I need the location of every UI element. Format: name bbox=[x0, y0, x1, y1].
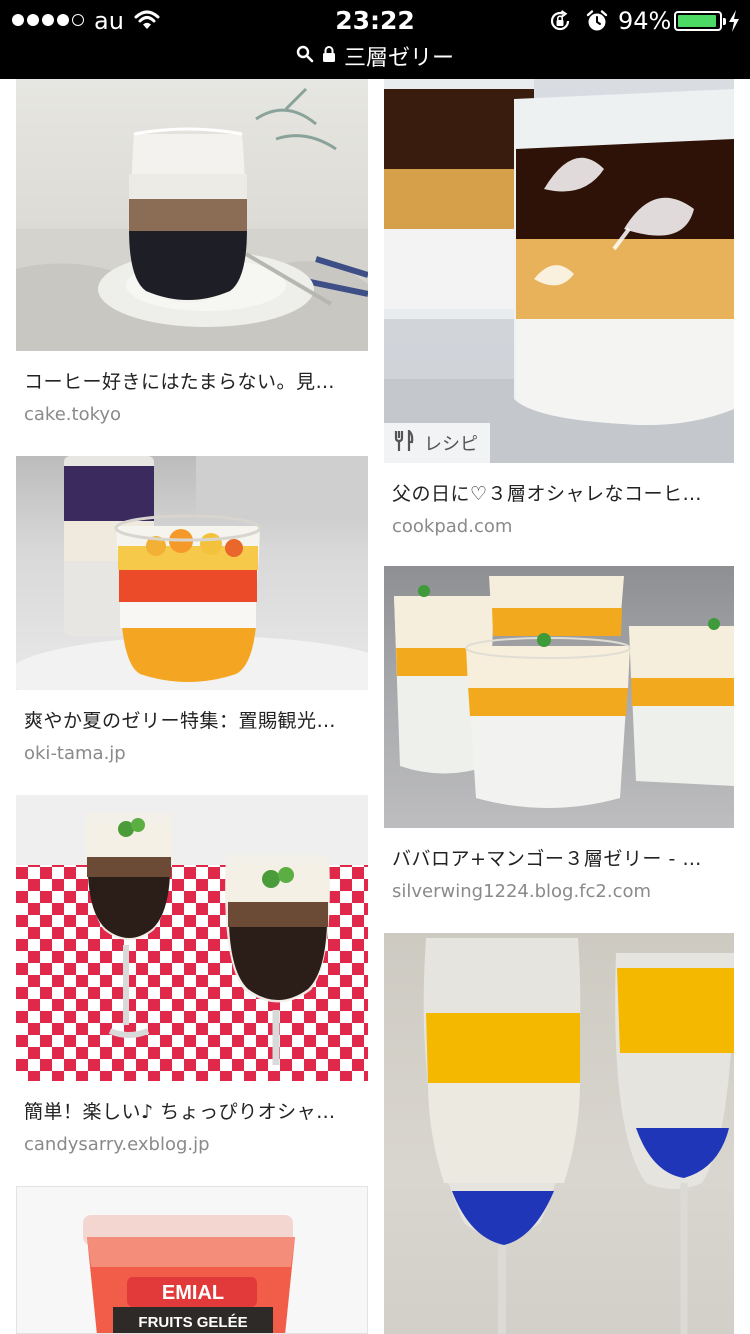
fork-knife-icon bbox=[394, 428, 414, 456]
result-card[interactable]: EMIAL FRUITS GELÉE bbox=[16, 1186, 368, 1334]
status-bar: au 23:22 94% bbox=[0, 0, 750, 42]
rotation-lock-icon bbox=[548, 9, 572, 37]
result-image[interactable] bbox=[384, 566, 734, 828]
result-card[interactable] bbox=[384, 933, 734, 1334]
recipe-badge-label: レシピ bbox=[424, 434, 478, 455]
result-domain: oki-tama.jp bbox=[24, 743, 126, 764]
battery-icon bbox=[674, 11, 726, 31]
result-title[interactable]: ババロア+マンゴー３層ゼリー - … bbox=[384, 844, 734, 871]
search-icon bbox=[296, 45, 314, 67]
svg-text:FRUITS GELÉE: FRUITS GELÉE bbox=[138, 1314, 247, 1331]
result-title[interactable]: 父の日に♡３層オシャレなコーヒ… bbox=[384, 479, 734, 506]
alarm-icon bbox=[585, 9, 609, 37]
address-bar[interactable]: 三層ゼリー bbox=[0, 40, 750, 72]
battery-percent: 94% bbox=[618, 7, 672, 35]
result-domain: cookpad.com bbox=[392, 516, 513, 537]
result-card[interactable]: ババロア+マンゴー３層ゼリー - … silverwing1224.blog.f… bbox=[384, 566, 734, 902]
result-image[interactable] bbox=[16, 79, 368, 351]
result-domain: cake.tokyo bbox=[24, 404, 122, 425]
svg-text:EMIAL: EMIAL bbox=[162, 1282, 224, 1304]
result-image[interactable] bbox=[16, 456, 368, 690]
result-title[interactable]: コーヒー好きにはたまらない。見… bbox=[16, 367, 368, 394]
lock-icon bbox=[322, 45, 336, 67]
result-domain: silverwing1224.blog.fc2.com bbox=[392, 881, 652, 902]
result-image[interactable] bbox=[16, 795, 368, 1081]
result-card[interactable]: 簡単！楽しい♪ ちょっぴりオシャ… candysarry.exblog.jp bbox=[16, 795, 368, 1155]
result-card[interactable]: 爽やか夏のゼリー特集：置賜観光… oki-tama.jp bbox=[16, 456, 368, 764]
result-title[interactable]: 爽やか夏のゼリー特集：置賜観光… bbox=[16, 706, 368, 733]
battery-level-fill bbox=[678, 15, 716, 27]
result-title[interactable]: 簡単！楽しい♪ ちょっぴりオシャ… bbox=[16, 1097, 368, 1124]
recipe-badge: レシピ bbox=[384, 423, 490, 463]
search-query-text: 三層ゼリー bbox=[343, 46, 454, 71]
result-domain: candysarry.exblog.jp bbox=[24, 1134, 210, 1155]
browser-top-bar: au 23:22 94% 三層ゼリー bbox=[0, 0, 750, 79]
result-image[interactable]: レシピ bbox=[384, 79, 734, 463]
result-card[interactable]: コーヒー好きにはたまらない。見… cake.tokyo bbox=[16, 79, 368, 425]
result-image[interactable] bbox=[384, 933, 734, 1334]
charging-bolt-icon bbox=[727, 9, 741, 37]
result-image[interactable]: EMIAL FRUITS GELÉE bbox=[16, 1186, 368, 1334]
result-card[interactable]: レシピ 父の日に♡３層オシャレなコーヒ… cookpad.com bbox=[384, 79, 734, 537]
